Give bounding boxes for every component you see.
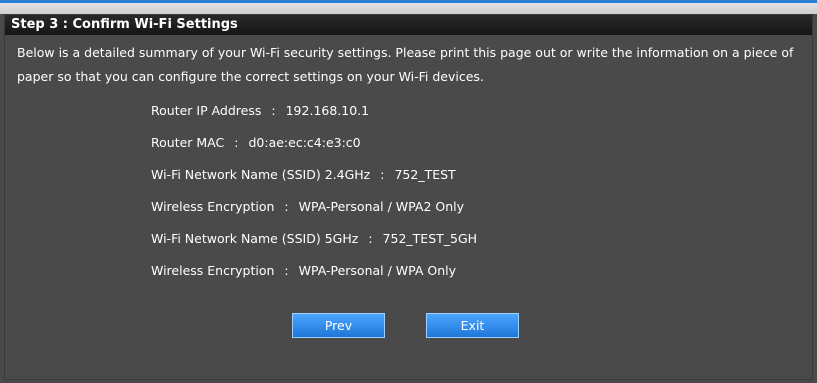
setting-separator: :: [380, 167, 385, 182]
intro-text: Below is a detailed summary of your Wi-F…: [17, 45, 794, 84]
setting-label: Router IP Address: [151, 103, 262, 118]
settings-summary: Router IP Address:192.168.10.1 Router MA…: [151, 101, 477, 293]
setting-value: 752_TEST: [394, 167, 456, 182]
setting-row-ssid-24ghz: Wi-Fi Network Name (SSID) 2.4GHz:752_TES…: [151, 165, 477, 197]
wizard-window: Step 3 : Confirm Wi-Fi Settings Below is…: [0, 0, 817, 383]
setting-row-router-ip: Router IP Address:192.168.10.1: [151, 101, 477, 133]
setting-row-encryption-5ghz: Wireless Encryption: WPA-Personal / WPA O…: [151, 261, 477, 293]
setting-separator: :: [284, 263, 289, 278]
wizard-panel: Step 3 : Confirm Wi-Fi Settings Below is…: [4, 14, 813, 380]
setting-label: Wireless Encryption: [151, 263, 275, 278]
setting-label: Router MAC: [151, 135, 225, 150]
setting-value: WPA-Personal / WPA Only: [298, 263, 457, 278]
setting-row-encryption-24ghz: Wireless Encryption: WPA-Personal / WPA2 …: [151, 197, 477, 229]
setting-label: Wireless Encryption: [151, 199, 275, 214]
setting-label: Wi-Fi Network Name (SSID) 5GHz: [151, 231, 359, 246]
setting-value: d0:ae:ec:c4:e3:c0: [248, 135, 361, 150]
prev-button[interactable]: Prev: [292, 313, 385, 338]
setting-row-ssid-5ghz: Wi-Fi Network Name (SSID) 5GHz:752_TEST_…: [151, 229, 477, 261]
setting-separator: :: [284, 199, 289, 214]
setting-separator: :: [234, 135, 239, 150]
top-strip: [0, 0, 817, 14]
setting-value: 192.168.10.1: [285, 103, 370, 118]
top-accent-bar: [0, 0, 817, 3]
setting-value: WPA-Personal / WPA2 Only: [298, 199, 464, 214]
step-title: Step 3 : Confirm Wi-Fi Settings: [5, 15, 812, 35]
setting-value: 752_TEST_5GH: [382, 231, 478, 246]
setting-label: Wi-Fi Network Name (SSID) 2.4GHz: [151, 167, 371, 182]
exit-button[interactable]: Exit: [426, 313, 519, 338]
setting-separator: :: [368, 231, 373, 246]
setting-row-router-mac: Router MAC: d0:ae:ec:c4:e3:c0: [151, 133, 477, 165]
setting-separator: :: [271, 103, 276, 118]
